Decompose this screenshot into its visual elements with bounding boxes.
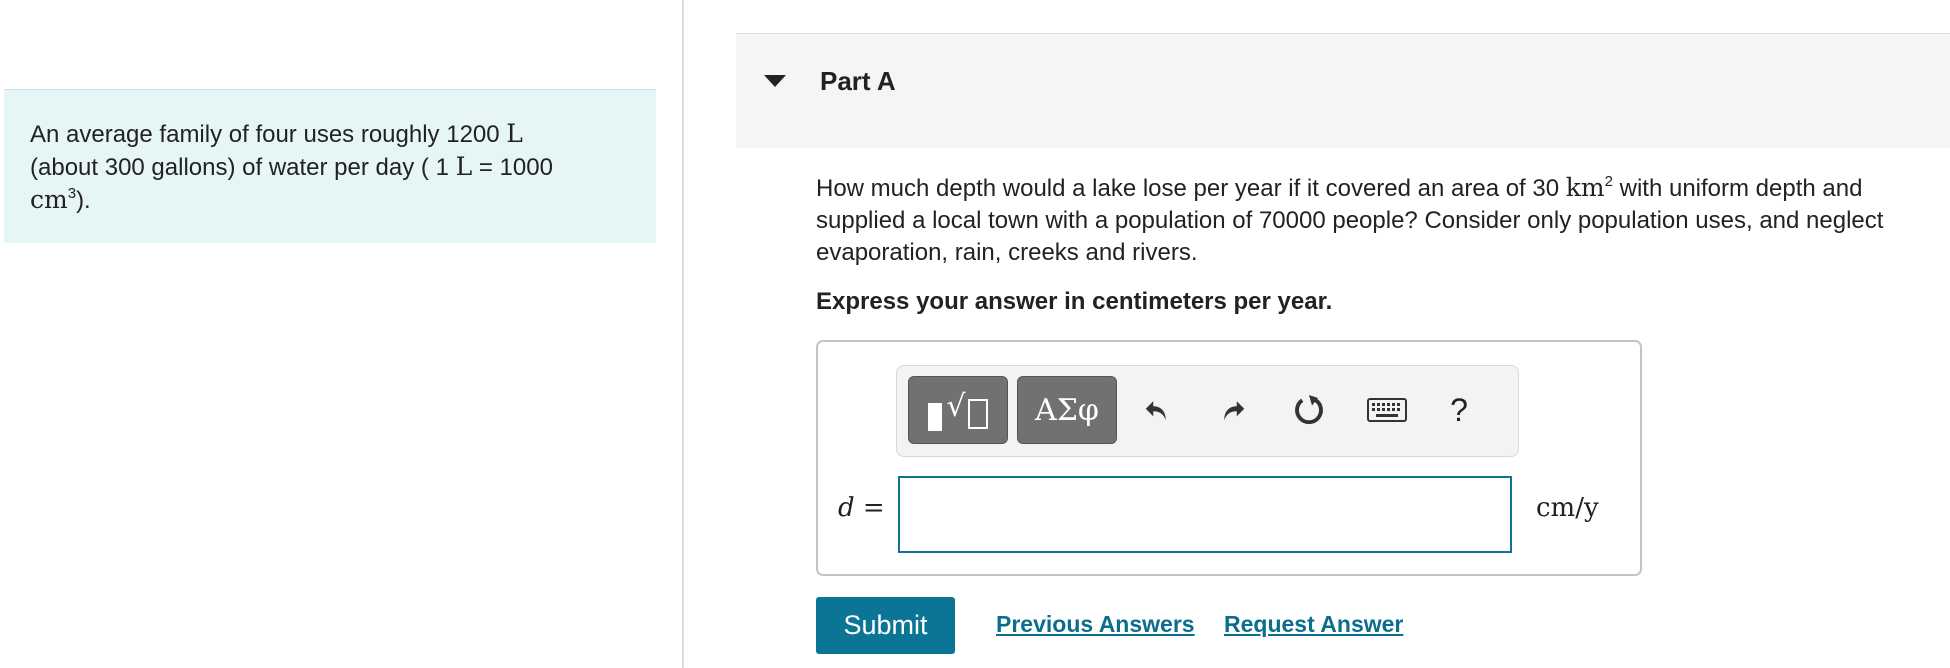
request-answer-link[interactable]: Request Answer — [1224, 611, 1403, 638]
submit-button[interactable]: Submit — [816, 597, 955, 654]
right-panel: Part A How much depth would a lake lose … — [736, 0, 1950, 668]
left-panel: An average family of four uses roughly 1… — [0, 0, 683, 668]
templates-icon: √ — [928, 389, 988, 431]
templates-button[interactable]: √ — [908, 376, 1008, 444]
intro-unit-liter: L — [506, 119, 523, 148]
problem-intro: An average family of four uses roughly 1… — [4, 89, 656, 243]
math-toolbar: √ ΑΣφ ? — [896, 365, 1519, 457]
intro-unit-cm: cm — [30, 185, 68, 214]
intro-text-4: ). — [76, 187, 91, 214]
part-header[interactable]: Part A — [736, 33, 1950, 148]
intro-exponent: 3 — [67, 185, 77, 202]
radical-glyph: √ — [946, 389, 966, 424]
variable-symbol: d — [838, 493, 855, 523]
answer-input[interactable] — [898, 476, 1512, 553]
reset-icon[interactable] — [1287, 388, 1331, 432]
previous-answers-link[interactable]: Previous Answers — [996, 611, 1195, 638]
help-icon[interactable]: ? — [1437, 388, 1481, 432]
intro-text-1: An average family of four uses roughly 1… — [30, 121, 507, 148]
template-box — [967, 399, 988, 429]
template-block — [928, 403, 943, 431]
undo-icon[interactable] — [1135, 388, 1179, 432]
equals-sign: = — [854, 493, 885, 523]
redo-icon[interactable] — [1211, 388, 1255, 432]
question-unit-km: km — [1565, 173, 1605, 202]
intro-text-3: = 1000 — [472, 154, 553, 181]
question-text: How much depth would a lake lose per yea… — [816, 172, 1950, 269]
intro-text-2: (about 300 gallons) of water per day ( 1 — [30, 154, 456, 181]
greek-letters-button[interactable]: ΑΣφ — [1017, 376, 1117, 444]
question-exponent: 2 — [1604, 173, 1613, 190]
keyboard-icon[interactable] — [1365, 388, 1409, 432]
caret-down-icon[interactable] — [764, 75, 786, 87]
answer-instruction: Express your answer in centimeters per y… — [816, 288, 1333, 315]
part-title: Part A — [820, 66, 896, 96]
question-text-1: How much depth would a lake lose per yea… — [816, 175, 1566, 202]
answer-box: √ ΑΣφ ? d = cm/y — [816, 340, 1642, 576]
panel-divider — [682, 0, 684, 668]
variable-label: d = — [838, 493, 885, 523]
intro-unit-liter-2: L — [455, 152, 473, 181]
answer-units: cm/y — [1536, 493, 1599, 523]
